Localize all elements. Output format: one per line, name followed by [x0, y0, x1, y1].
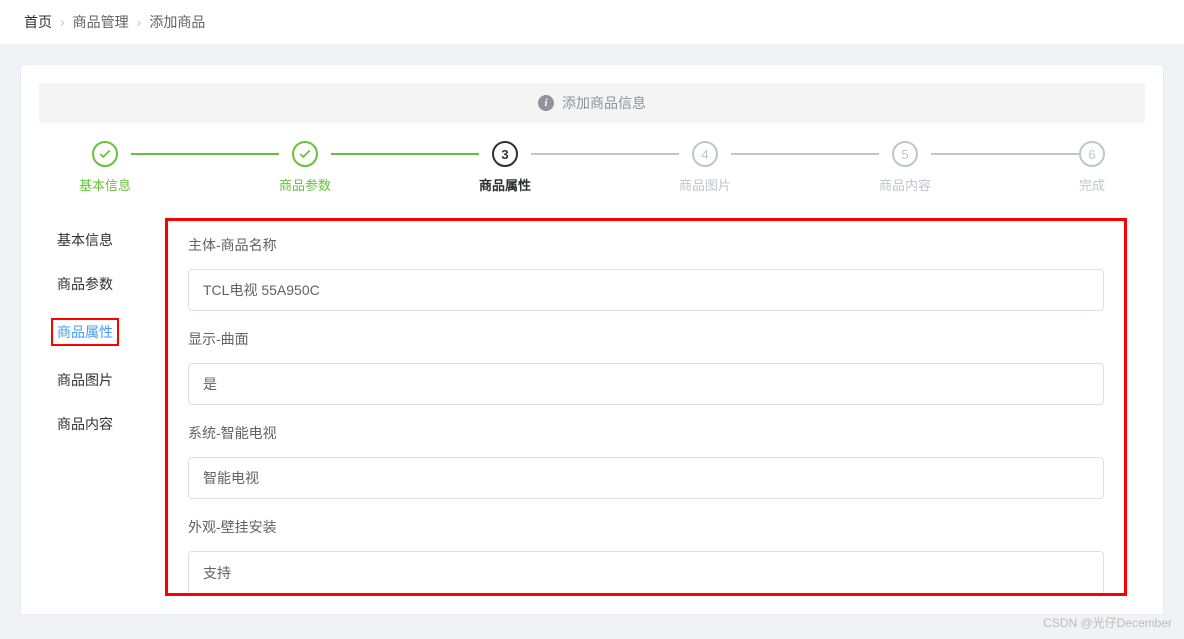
chevron-right-icon: › [137, 14, 142, 30]
check-icon [92, 141, 118, 167]
display-curved-input[interactable] [188, 363, 1104, 405]
step-product-content: 5 商品内容 [879, 141, 931, 194]
step-product-params: 商品参数 [279, 141, 331, 194]
field-label: 系统-智能电视 [188, 423, 1104, 443]
form-group-curved: 显示-曲面 [188, 329, 1104, 405]
main-card: i 添加商品信息 基本信息 商品参数 3 商品属性 [20, 64, 1164, 615]
check-icon [292, 141, 318, 167]
field-label: 主体-商品名称 [188, 235, 1104, 255]
field-label: 显示-曲面 [188, 329, 1104, 349]
side-tabs: 基本信息 商品参数 商品属性 商品图片 商品内容 [57, 218, 157, 596]
breadcrumb-manage[interactable]: 商品管理 [73, 12, 129, 32]
system-smart-tv-input[interactable] [188, 457, 1104, 499]
step-product-images: 4 商品图片 [679, 141, 731, 194]
alert-text: 添加商品信息 [562, 93, 646, 113]
tab-product-content[interactable]: 商品内容 [57, 402, 157, 446]
tab-product-attrs[interactable]: 商品属性 [57, 306, 157, 358]
step-label: 商品参数 [279, 175, 331, 194]
step-number: 5 [892, 141, 918, 167]
wall-mount-input[interactable] [188, 551, 1104, 593]
step-line [131, 153, 279, 155]
step-basic-info: 基本信息 [79, 141, 131, 194]
breadcrumb-home[interactable]: 首页 [24, 12, 52, 32]
tab-product-images[interactable]: 商品图片 [57, 358, 157, 402]
steps-bar: 基本信息 商品参数 3 商品属性 4 商品图片 5 商品内容 [39, 141, 1145, 218]
step-label: 完成 [1079, 175, 1105, 194]
step-label: 商品属性 [479, 175, 531, 194]
info-alert: i 添加商品信息 [39, 83, 1145, 123]
watermark: CSDN @光仔December [1043, 614, 1172, 631]
step-label: 商品图片 [679, 175, 731, 194]
info-icon: i [538, 95, 554, 111]
step-line [931, 153, 1079, 155]
tab-label-highlight: 商品属性 [51, 318, 119, 346]
product-name-input[interactable] [188, 269, 1104, 311]
chevron-right-icon: › [60, 14, 65, 30]
field-label: 外观-壁挂安装 [188, 517, 1104, 537]
step-number: 3 [492, 141, 518, 167]
step-label: 商品内容 [879, 175, 931, 194]
step-number: 6 [1079, 141, 1105, 167]
breadcrumb: 首页 › 商品管理 › 添加商品 [0, 0, 1184, 44]
tab-basic-info[interactable]: 基本信息 [57, 218, 157, 262]
form-group-name: 主体-商品名称 [188, 235, 1104, 311]
step-finish: 6 完成 [1079, 141, 1105, 194]
breadcrumb-add: 添加商品 [149, 12, 205, 32]
step-line [531, 153, 679, 155]
form-group-smart-tv: 系统-智能电视 [188, 423, 1104, 499]
step-product-attrs: 3 商品属性 [479, 141, 531, 194]
step-label: 基本信息 [79, 175, 131, 194]
tab-product-params[interactable]: 商品参数 [57, 262, 157, 306]
step-line [731, 153, 879, 155]
form-panel: 主体-商品名称 显示-曲面 系统-智能电视 外观-壁挂安装 [165, 218, 1127, 596]
form-group-wall-mount: 外观-壁挂安装 [188, 517, 1104, 593]
step-line [331, 153, 479, 155]
step-number: 4 [692, 141, 718, 167]
